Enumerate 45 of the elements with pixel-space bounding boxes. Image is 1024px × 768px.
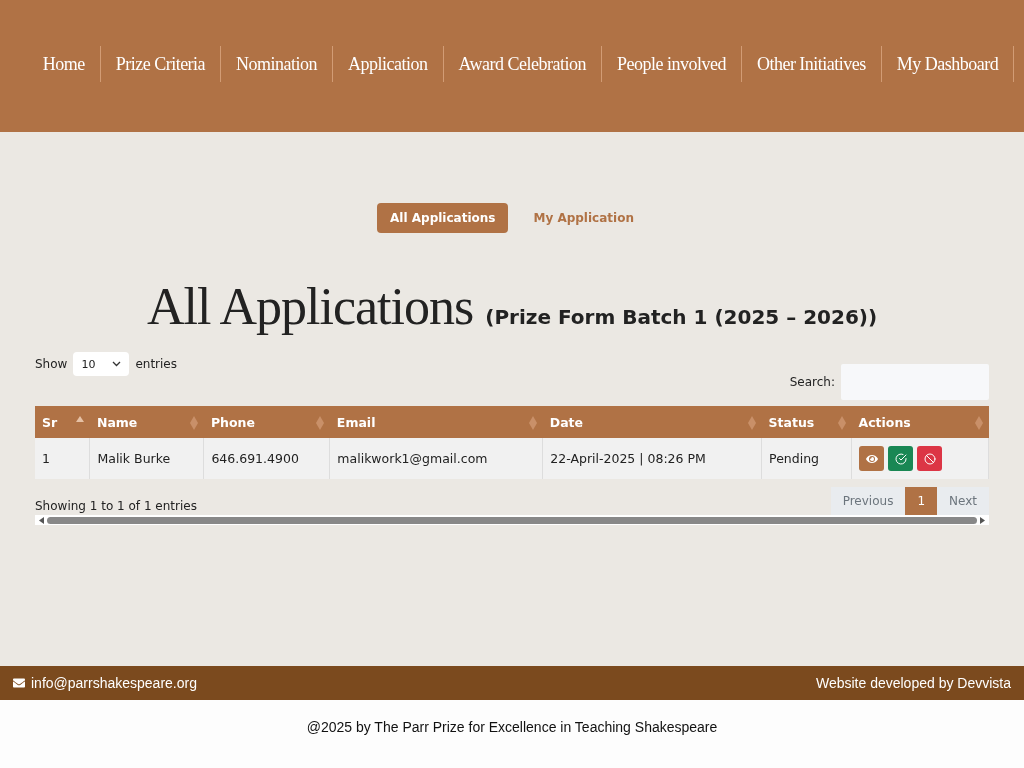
check-circle-icon [894, 452, 907, 465]
table-cell: malikwork1@gmail.com [329, 438, 543, 479]
table-cell: 646.691.4900 [203, 438, 330, 479]
column-header[interactable]: Date [542, 406, 762, 438]
tab[interactable]: My Application [520, 203, 647, 233]
scroll-left-icon[interactable] [39, 516, 44, 524]
table-cell: 22-April-2025 | 08:26 PM [542, 438, 762, 479]
page-button[interactable]: 1 [905, 487, 938, 515]
nav-link[interactable]: People involved [601, 45, 742, 82]
nav-link[interactable]: Application [333, 45, 444, 82]
column-header[interactable]: Actions [851, 406, 989, 438]
nav-link[interactable]: Home [27, 45, 101, 82]
tab[interactable]: All Applications [377, 203, 509, 233]
eye-icon [865, 452, 878, 465]
envelope-icon [13, 677, 25, 689]
table-info: Showing 1 to 1 of 1 entries [35, 499, 197, 513]
block-icon [923, 452, 936, 465]
column-header[interactable]: Name [89, 406, 204, 438]
column-header[interactable]: Email [329, 406, 543, 438]
footer-email[interactable]: info@parrshakespeare.org [31, 675, 197, 691]
show-label: Show [35, 357, 68, 371]
nav-link[interactable]: Award Celebration [443, 45, 602, 82]
page-title: All Applications [146, 277, 474, 336]
nav-link[interactable]: Nomination [221, 45, 334, 82]
horizontal-scrollbar[interactable] [35, 515, 989, 525]
table-cell: 1 [35, 438, 90, 479]
search-label: Search: [789, 375, 835, 389]
table-cell: Pending [761, 438, 852, 479]
entries-select[interactable]: 10 [73, 352, 130, 376]
scroll-right-icon[interactable] [980, 516, 985, 524]
nav-link[interactable]: Other Initiatives [741, 45, 882, 82]
approve-button[interactable] [888, 446, 913, 471]
reject-button[interactable] [917, 446, 942, 471]
footer-credit: Website developed by Devvista [815, 675, 1011, 691]
page-subtitle: (Prize Form Batch 1 (2025 – 2026)) [485, 305, 878, 329]
chevron-down-icon [112, 361, 122, 367]
column-header[interactable]: Sr [35, 406, 90, 438]
nav-link[interactable]: My Dashboard [881, 45, 1015, 82]
nav-link[interactable]: Prize Criteria [100, 45, 222, 82]
copyright-text: @2025 by The Parr Prize for Excellence in Teaching Shakespeare [306, 719, 718, 736]
column-header[interactable]: Phone [203, 406, 330, 438]
entries-label: entries [135, 357, 177, 371]
column-header[interactable]: Status [761, 406, 852, 438]
view-button[interactable] [859, 446, 884, 471]
table-cell: Malik Burke [89, 438, 204, 479]
